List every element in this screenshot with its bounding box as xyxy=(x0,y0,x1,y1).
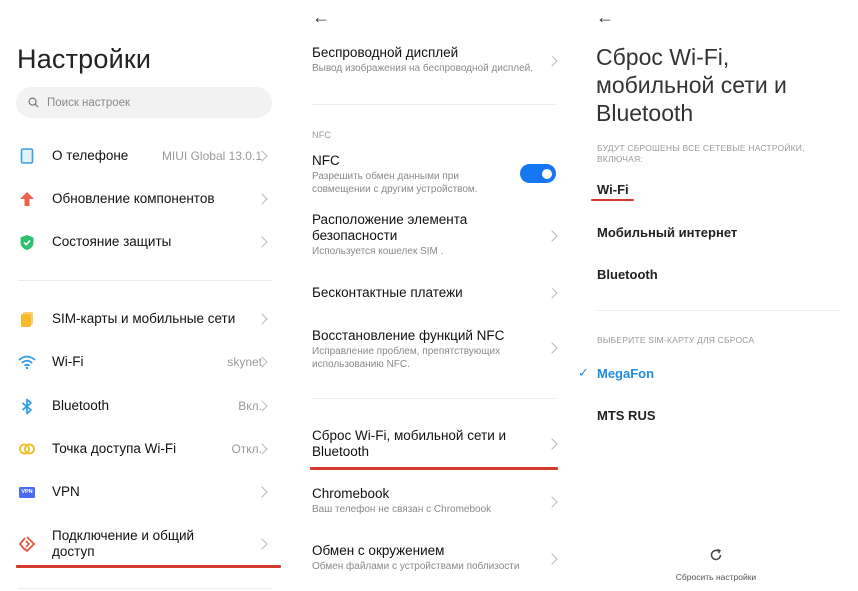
item-label: Состояние защиты xyxy=(52,234,172,249)
vpn-icon: VPN xyxy=(18,483,36,501)
include-item-wifi: Wi-Fi xyxy=(597,182,629,197)
reset-includes-caption: БУДУТ СБРОШЕНЫ ВСЕ СЕТЕВЫЕ НАСТРОЙКИ, ВК… xyxy=(597,143,805,164)
item-label: Подключение и общий доступ xyxy=(52,528,195,559)
search-icon xyxy=(28,97,39,108)
settings-item-vpn[interactable]: VPN VPN xyxy=(0,482,292,502)
hotspot-icon xyxy=(18,440,36,458)
settings-panel: Настройки О телефоне MIUI Global 13.0.1 … xyxy=(0,0,292,591)
wireless-display-item[interactable]: Беспроводной дисплей Вывод изображения н… xyxy=(312,45,562,76)
section-divider xyxy=(312,398,556,399)
refresh-icon xyxy=(710,548,722,561)
item-label: SIM-карты и мобильные сети xyxy=(52,311,236,326)
settings-item-sim-cards[interactable]: SIM-карты и мобильные сети xyxy=(0,309,292,329)
connection-sharing-panel: ← Беспроводной дисплей Вывод изображения… xyxy=(296,0,572,591)
item-title: Беспроводной дисплей xyxy=(312,45,459,60)
toggle-knob xyxy=(542,168,552,179)
check-icon: ✓ xyxy=(578,365,589,380)
item-label: VPN xyxy=(52,484,80,499)
back-arrow-icon[interactable]: ← xyxy=(312,8,330,26)
vpn-badge: VPN xyxy=(19,486,35,498)
chevron-right-icon xyxy=(256,313,268,325)
bluetooth-icon xyxy=(18,397,36,415)
connection-sharing-icon xyxy=(18,535,36,553)
item-subtitle: Ваш телефон не связан с Chromebook xyxy=(312,504,492,515)
chevron-right-icon xyxy=(256,538,268,550)
include-item-mobile-internet: Мобильный интернет xyxy=(597,225,738,240)
sim-card-icon xyxy=(18,310,36,328)
reset-label: Сбросить настройки xyxy=(675,572,757,582)
item-subtitle: Разрешить обмен данными при совмещении с… xyxy=(312,171,478,195)
item-title: Бесконтактные платежи xyxy=(312,285,463,300)
reset-network-item[interactable]: Сброс Wi-Fi, мобильной сети и Bluetooth xyxy=(312,428,562,460)
item-title: Расположение элемента безопасности xyxy=(312,212,468,243)
item-label: Обновление компонентов xyxy=(52,191,215,206)
nfc-recovery-item[interactable]: Восстановление функций NFC Исправление п… xyxy=(312,328,562,371)
shield-check-icon xyxy=(18,233,36,251)
settings-item-about-phone[interactable]: О телефоне MIUI Global 13.0.1 xyxy=(0,146,292,166)
sim-name: MTS RUS xyxy=(597,408,656,423)
settings-item-component-updates[interactable]: Обновление компонентов xyxy=(0,189,292,209)
sim-name: MegaFon xyxy=(597,366,655,381)
chevron-right-icon xyxy=(256,486,268,498)
item-label: Wi-Fi xyxy=(52,354,84,369)
item-label: О телефоне xyxy=(52,148,129,163)
chevron-right-icon xyxy=(256,193,268,205)
search-input[interactable] xyxy=(47,96,247,109)
item-subtitle: Используется кошелек SIM . xyxy=(312,246,444,257)
include-item-bluetooth: Bluetooth xyxy=(597,267,658,282)
chevron-right-icon xyxy=(546,342,558,354)
group-divider xyxy=(18,588,272,589)
chevron-right-icon xyxy=(256,236,268,248)
settings-item-hotspot[interactable]: Точка доступа Wi-Fi Откл. xyxy=(0,439,292,459)
wifi-icon xyxy=(18,353,36,371)
reset-settings-button[interactable]: Сбросить настройки xyxy=(666,548,766,585)
section-divider xyxy=(597,310,839,311)
contactless-payments-item[interactable]: Бесконтактные платежи xyxy=(312,285,562,301)
sim-section-label: ВЫБЕРИТЕ SIM-КАРТУ ДЛЯ СБРОСА xyxy=(597,335,755,345)
chevron-right-icon xyxy=(546,438,558,450)
chevron-right-icon xyxy=(546,230,558,242)
settings-item-bluetooth[interactable]: Bluetooth Вкл. xyxy=(0,396,292,416)
settings-item-connection-sharing[interactable]: Подключение и общий доступ xyxy=(0,527,292,561)
group-divider xyxy=(18,280,272,281)
highlight-underline xyxy=(310,467,558,470)
item-title: Chromebook xyxy=(312,486,390,501)
nfc-toggle[interactable] xyxy=(520,164,556,183)
page-title: Сброс Wi-Fi, мобильной сети и Bluetooth xyxy=(596,44,787,126)
item-title: Обмен с окружением xyxy=(312,543,445,558)
settings-item-wifi[interactable]: Wi-Fi skynet xyxy=(0,352,292,372)
highlight-underline xyxy=(16,565,281,568)
item-label: Bluetooth xyxy=(52,398,110,413)
section-divider xyxy=(312,104,556,105)
item-title: Восстановление функций NFC xyxy=(312,328,505,343)
item-subtitle: Вывод изображения на беспроводной диспле… xyxy=(312,63,534,74)
secure-element-item[interactable]: Расположение элемента безопасности Испол… xyxy=(312,212,562,259)
chromebook-item[interactable]: Chromebook Ваш телефон не связан с Chrom… xyxy=(312,486,562,517)
section-label-nfc: NFC xyxy=(312,130,332,140)
item-label: Точка доступа Wi-Fi xyxy=(52,441,177,456)
item-value: MIUI Global 13.0.1 xyxy=(161,149,262,163)
back-arrow-icon[interactable]: ← xyxy=(596,8,614,26)
page-title: Настройки xyxy=(17,44,152,74)
item-subtitle: Обмен файлами с устройствами поблизости xyxy=(312,561,520,572)
item-title: Сброс Wi-Fi, мобильной сети и Bluetooth xyxy=(312,428,507,459)
reset-network-panel: ← Сброс Wi-Fi, мобильной сети и Bluetoot… xyxy=(576,0,858,591)
nearby-share-item[interactable]: Обмен с окружением Обмен файлами с устро… xyxy=(312,543,562,574)
highlight-underline xyxy=(591,199,634,201)
phone-icon xyxy=(18,147,36,165)
search-bar[interactable] xyxy=(16,87,272,118)
item-subtitle: Исправление проблем, препятствующих испо… xyxy=(312,346,501,370)
update-arrow-icon xyxy=(18,190,36,208)
settings-item-security-status[interactable]: Состояние защиты xyxy=(0,232,292,252)
